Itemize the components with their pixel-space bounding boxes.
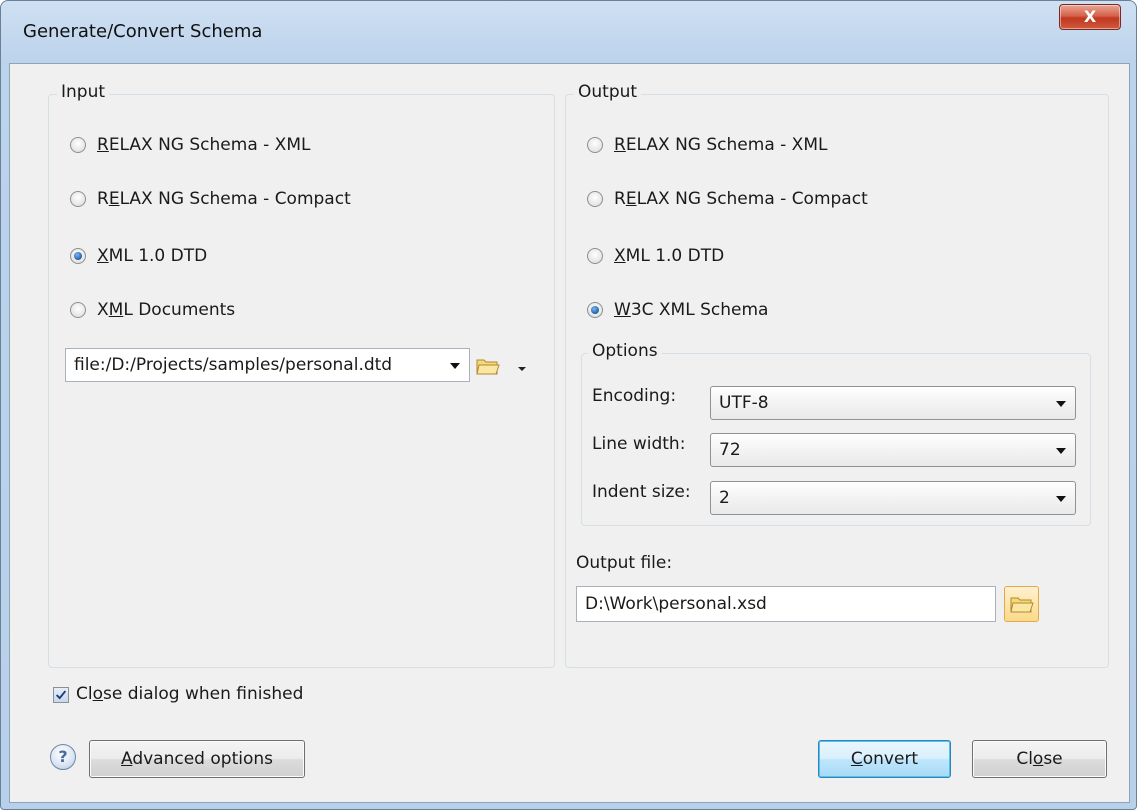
window-title: Generate/Convert Schema (23, 21, 263, 42)
radio-label: RELAX NG Schema - XML (97, 135, 311, 155)
advanced-options-button[interactable]: Advanced options (89, 740, 305, 778)
checkmark-icon (55, 690, 67, 700)
convert-button[interactable]: Convert (818, 740, 951, 778)
encoding-value: UTF-8 (719, 393, 769, 413)
output-file-label: Output file: (576, 553, 673, 573)
radio-label: XML 1.0 DTD (614, 246, 725, 266)
radio-label: RELAX NG Schema - XML (614, 135, 828, 155)
radio-label: XML 1.0 DTD (97, 246, 208, 266)
input-radio-relaxng-compact[interactable]: RELAX NG Schema - Compact (70, 187, 351, 211)
radio-indicator[interactable] (587, 191, 603, 207)
radio-label: RELAX NG Schema - Compact (97, 189, 351, 209)
output-group-title: Output (574, 82, 642, 102)
chevron-down-icon (1056, 496, 1066, 502)
dialog-client-area: Input RELAX NG Schema - XML RELAX NG Sch… (9, 63, 1130, 803)
close-when-finished-checkbox[interactable] (53, 687, 69, 703)
indent-size-select[interactable]: 2 (710, 481, 1076, 515)
radio-indicator[interactable] (70, 302, 86, 318)
radio-indicator[interactable] (587, 248, 603, 264)
close-when-finished-label[interactable]: Close dialog when finished (76, 684, 303, 704)
output-file-field[interactable]: D:\Work\personal.xsd (576, 586, 996, 622)
input-group-title: Input (57, 82, 110, 102)
radio-indicator[interactable] (70, 137, 86, 153)
output-browse-button[interactable] (1004, 586, 1039, 622)
output-radio-relaxng-compact[interactable]: RELAX NG Schema - Compact (587, 187, 868, 211)
input-file-combo[interactable]: file:/D:/Projects/samples/personal.dtd (65, 348, 470, 382)
radio-indicator[interactable] (587, 137, 603, 153)
input-radio-relaxng-xml[interactable]: RELAX NG Schema - XML (70, 133, 310, 157)
input-file-value: file:/D:/Projects/samples/personal.dtd (74, 355, 393, 375)
output-radio-relaxng-xml[interactable]: RELAX NG Schema - XML (587, 133, 827, 157)
radio-label: RELAX NG Schema - Compact (614, 189, 868, 209)
title-bar[interactable]: Generate/Convert Schema X (1, 1, 1136, 63)
help-icon[interactable]: ? (50, 744, 76, 770)
input-radio-xml-documents[interactable]: XML Documents (70, 298, 235, 322)
line-width-value: 72 (719, 440, 741, 460)
chevron-down-icon[interactable] (450, 363, 460, 369)
dialog-window: Generate/Convert Schema X Input RELAX NG… (0, 0, 1137, 810)
radio-label: W3C XML Schema (614, 300, 769, 320)
radio-label: XML Documents (97, 300, 236, 320)
options-group-title: Options (588, 341, 662, 361)
output-radio-w3c-schema[interactable]: W3C XML Schema (587, 298, 768, 322)
encoding-label: Encoding: (592, 386, 677, 406)
line-width-label: Line width: (592, 434, 686, 454)
indent-size-value: 2 (719, 488, 730, 508)
radio-indicator[interactable] (587, 302, 603, 318)
chevron-down-icon (1056, 401, 1066, 407)
indent-size-label: Indent size: (592, 482, 691, 502)
line-width-select[interactable]: 72 (710, 433, 1076, 467)
encoding-select[interactable]: UTF-8 (710, 386, 1076, 420)
radio-indicator[interactable] (70, 191, 86, 207)
input-radio-xml-dtd[interactable]: XML 1.0 DTD (70, 244, 207, 268)
output-file-value: D:\Work\personal.xsd (585, 594, 767, 614)
chevron-down-icon (1056, 448, 1066, 454)
close-button[interactable]: Close (972, 740, 1107, 778)
folder-menu-chevron-icon[interactable] (517, 365, 527, 373)
radio-indicator[interactable] (70, 248, 86, 264)
open-folder-icon[interactable] (476, 357, 500, 375)
output-radio-xml-dtd[interactable]: XML 1.0 DTD (587, 244, 724, 268)
window-close-button[interactable]: X (1059, 4, 1121, 30)
open-folder-icon (1010, 597, 1034, 613)
